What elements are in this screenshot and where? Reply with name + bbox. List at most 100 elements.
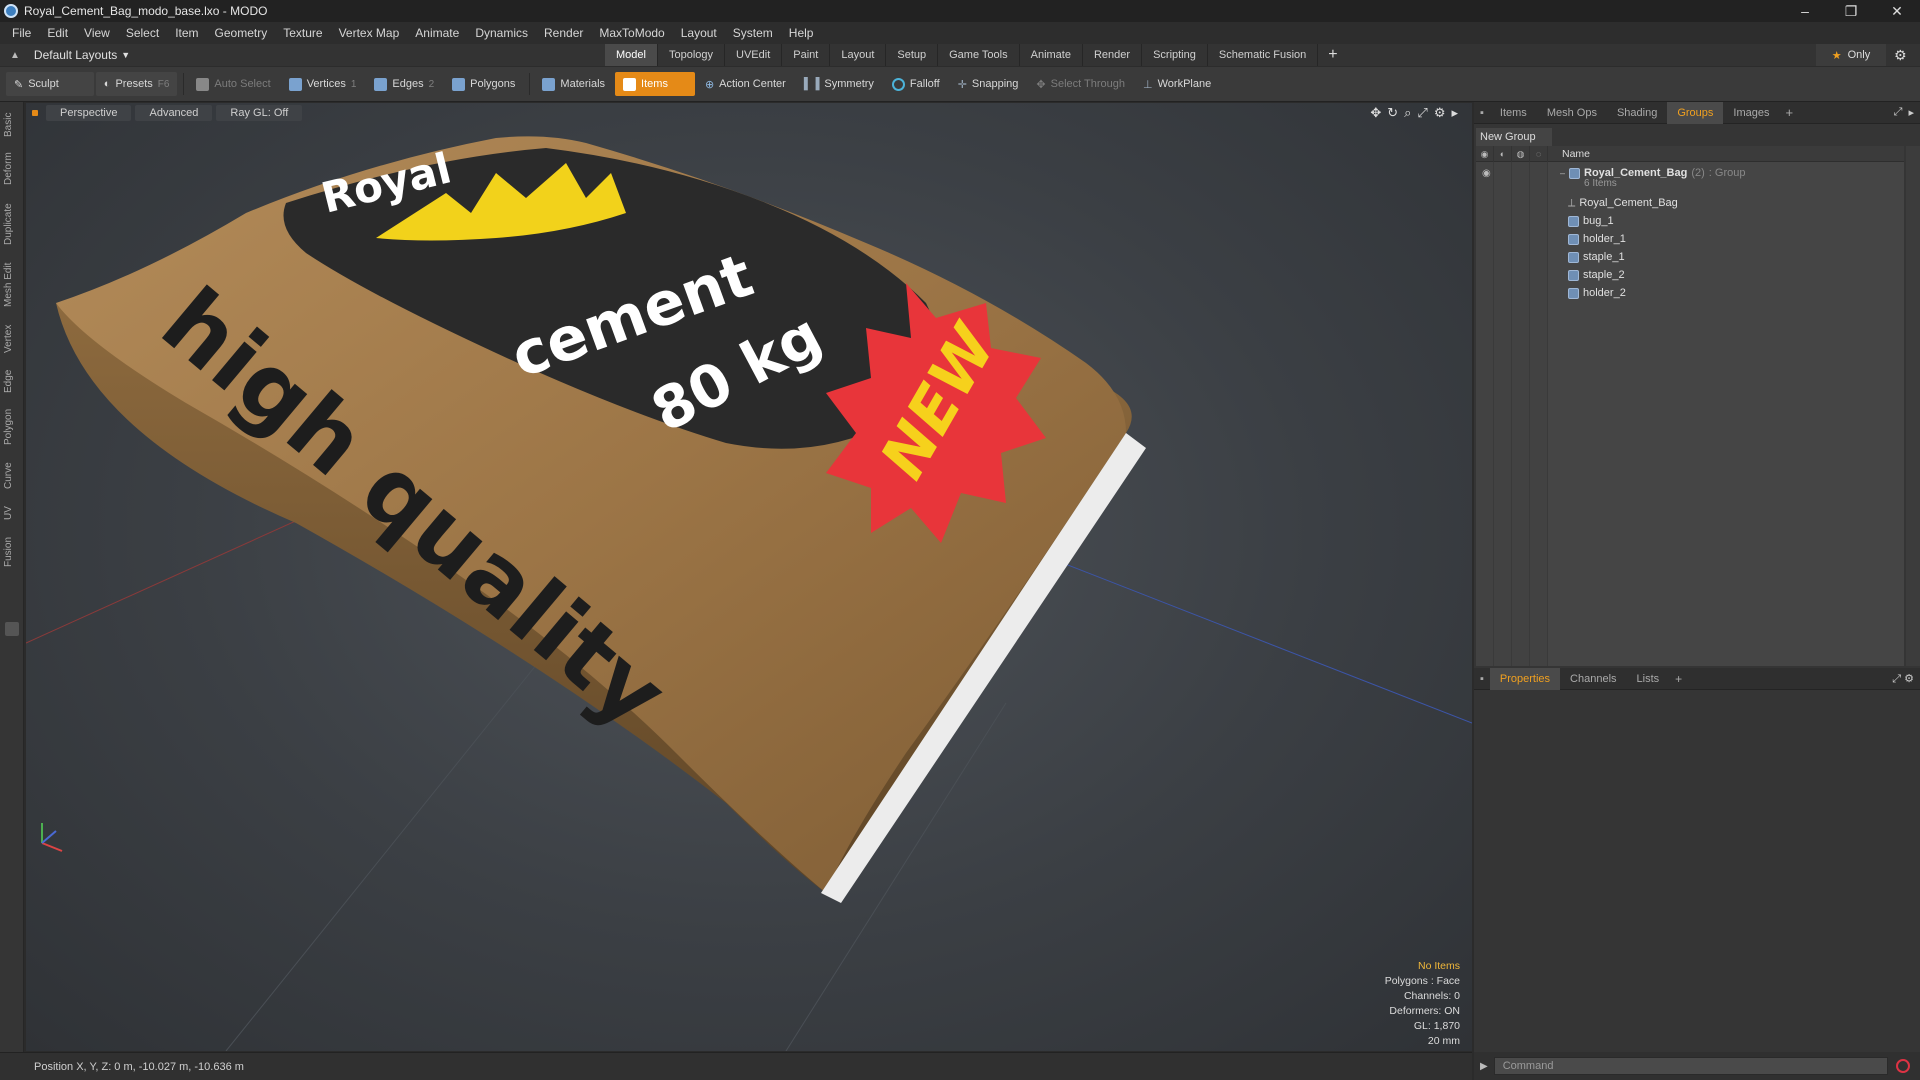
menu-maxtomodo[interactable]: MaxToModo xyxy=(591,26,672,40)
tab-model[interactable]: Model xyxy=(605,44,658,66)
action-center-button[interactable]: ⊕ Action Center xyxy=(697,72,794,96)
tab-edge[interactable]: Edge xyxy=(3,364,21,398)
menu-file[interactable]: File xyxy=(4,26,39,40)
tab-basic[interactable]: Basic xyxy=(3,108,21,142)
menu-help[interactable]: Help xyxy=(781,26,822,40)
tab-setup[interactable]: Setup xyxy=(886,44,939,66)
presets-button[interactable]: ◐ Presets F6 xyxy=(95,72,178,96)
tab-uvedit[interactable]: UVEdit xyxy=(725,44,783,66)
tab-layout[interactable]: Layout xyxy=(830,44,887,66)
menu-layout[interactable]: Layout xyxy=(673,26,725,40)
collapse-arrow-icon[interactable]: ▲ xyxy=(10,50,20,61)
menu-animate[interactable]: Animate xyxy=(407,26,467,40)
menu-render[interactable]: Render xyxy=(536,26,591,40)
tab-vertex[interactable]: Vertex xyxy=(3,318,21,360)
tab-images[interactable]: Images xyxy=(1723,102,1779,124)
tab-topology[interactable]: Topology xyxy=(658,44,726,66)
render-column-icon[interactable]: ◐ xyxy=(1494,146,1512,162)
command-arrow-icon[interactable]: ▶ xyxy=(1480,1061,1488,1072)
ray-gl-button[interactable]: Ray GL: Off xyxy=(216,105,303,121)
lock-column-icon[interactable]: ◍ xyxy=(1512,146,1530,162)
tab-paint[interactable]: Paint xyxy=(782,44,831,66)
menu-edit[interactable]: Edit xyxy=(39,26,76,40)
settings-icon[interactable]: ⚙ xyxy=(1434,105,1446,121)
expand-panel-button[interactable] xyxy=(5,622,19,636)
tab-channels[interactable]: Channels xyxy=(1560,668,1626,690)
panel-arrow-icon[interactable]: ▸ xyxy=(1908,106,1914,119)
list-item[interactable]: holder_2 xyxy=(1476,284,1904,302)
tab-mesh-ops[interactable]: Mesh Ops xyxy=(1537,102,1607,124)
tab-duplicate[interactable]: Duplicate xyxy=(3,196,21,252)
items-button[interactable]: Items xyxy=(615,72,695,96)
expand-arrow-icon[interactable]: ▸ xyxy=(1451,105,1458,121)
menu-dynamics[interactable]: Dynamics xyxy=(467,26,536,40)
tab-shading[interactable]: Shading xyxy=(1607,102,1667,124)
sculpt-button[interactable]: ✎ Sculpt xyxy=(6,72,94,96)
vertices-button[interactable]: Vertices 1 xyxy=(281,72,365,96)
materials-button[interactable]: Materials xyxy=(534,72,613,96)
fit-icon[interactable]: ⤢ xyxy=(1417,105,1427,121)
panel-menu-icon[interactable]: ▪ xyxy=(1474,102,1490,124)
tab-groups[interactable]: Groups xyxy=(1667,101,1724,124)
list-item[interactable]: staple_2 xyxy=(1476,266,1904,284)
symmetry-button[interactable]: ▌▐ Symmetry xyxy=(796,72,882,96)
maximize-panel-icon[interactable]: ⤢ xyxy=(1894,106,1903,119)
list-item[interactable]: holder_1 xyxy=(1476,230,1904,248)
edges-button[interactable]: Edges 2 xyxy=(366,72,442,96)
new-group-button[interactable]: New Group xyxy=(1476,128,1552,146)
perspective-button[interactable]: Perspective xyxy=(46,105,132,121)
only-toggle[interactable]: ★ Only xyxy=(1816,44,1886,66)
tree-scrollbar[interactable] xyxy=(1906,146,1920,666)
name-column-header[interactable]: Name xyxy=(1548,146,1590,161)
falloff-button[interactable]: Falloff xyxy=(884,72,948,96)
settings-icon[interactable]: ⚙ xyxy=(1904,673,1914,685)
tab-items[interactable]: Items xyxy=(1490,102,1537,124)
add-tab-button[interactable]: + xyxy=(1318,44,1347,66)
rotate-icon[interactable]: ↻ xyxy=(1387,105,1398,121)
tab-animate[interactable]: Animate xyxy=(1020,44,1083,66)
tab-fusion[interactable]: Fusion xyxy=(3,530,21,574)
snapping-button[interactable]: ✛ Snapping xyxy=(950,72,1027,96)
tab-polygon[interactable]: Polygon xyxy=(3,402,21,452)
menu-item[interactable]: Item xyxy=(167,26,206,40)
menu-view[interactable]: View xyxy=(76,26,118,40)
select-through-button[interactable]: ✥ Select Through xyxy=(1028,72,1133,96)
menu-geometry[interactable]: Geometry xyxy=(207,26,276,40)
pan-icon[interactable]: ✥ xyxy=(1370,105,1381,121)
tab-deform[interactable]: Deform xyxy=(3,146,21,192)
polygons-button[interactable]: Polygons xyxy=(444,72,523,96)
tab-scripting[interactable]: Scripting xyxy=(1142,44,1208,66)
viewport-menu-icon[interactable] xyxy=(32,110,38,116)
record-macro-icon[interactable] xyxy=(1895,1059,1910,1073)
layout-dropdown[interactable]: ▲ Default Layouts ▼ xyxy=(0,48,605,62)
select-column-icon[interactable]: ◌ xyxy=(1530,146,1548,162)
menu-vertex-map[interactable]: Vertex Map xyxy=(331,26,408,40)
tab-game-tools[interactable]: Game Tools xyxy=(938,44,1020,66)
add-tab-icon[interactable]: + xyxy=(1669,672,1688,686)
visibility-column-icon[interactable]: ◉ xyxy=(1476,146,1494,162)
list-item[interactable]: staple_1 xyxy=(1476,248,1904,266)
auto-select-button[interactable]: Auto Select xyxy=(188,72,278,96)
tab-curve[interactable]: Curve xyxy=(3,456,21,496)
list-item[interactable]: bug_1 xyxy=(1476,212,1904,230)
menu-texture[interactable]: Texture xyxy=(275,26,330,40)
menu-select[interactable]: Select xyxy=(118,26,167,40)
advanced-button[interactable]: Advanced xyxy=(135,105,213,121)
tab-lists[interactable]: Lists xyxy=(1627,668,1670,690)
tab-render[interactable]: Render xyxy=(1083,44,1143,66)
add-tab-icon[interactable]: + xyxy=(1779,105,1799,120)
command-input[interactable] xyxy=(1493,1057,1888,1075)
tab-mesh-edit[interactable]: Mesh Edit xyxy=(3,256,21,314)
gear-icon[interactable]: ⚙ xyxy=(1894,47,1907,64)
tab-schematic-fusion[interactable]: Schematic Fusion xyxy=(1208,44,1319,66)
close-button[interactable]: ✕ xyxy=(1874,0,1920,22)
viewport-3d[interactable]: Perspective Advanced Ray GL: Off ✥ ↻ ⌕ ⤢… xyxy=(26,103,1472,1051)
menu-system[interactable]: System xyxy=(725,26,781,40)
tab-uv[interactable]: UV xyxy=(3,500,21,526)
zoom-icon[interactable]: ⌕ xyxy=(1404,105,1411,121)
maximize-panel-icon[interactable]: ⤢ xyxy=(1892,673,1901,685)
panel-menu-icon[interactable]: ▪ xyxy=(1474,668,1490,690)
restore-button[interactable]: ❐ xyxy=(1828,0,1874,22)
minimize-button[interactable]: – xyxy=(1782,0,1828,22)
tab-properties[interactable]: Properties xyxy=(1489,667,1561,690)
